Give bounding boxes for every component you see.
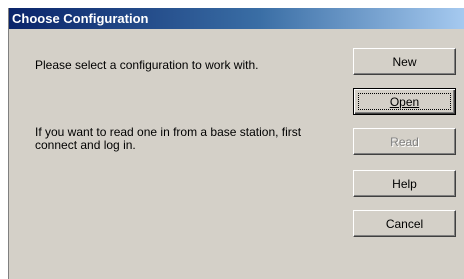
read-button-label: Read: [390, 134, 419, 149]
new-button-label: New: [392, 54, 417, 69]
open-button[interactable]: Open: [353, 88, 456, 115]
title-bar[interactable]: Choose Configuration: [9, 8, 464, 29]
cancel-button-label: Cancel: [385, 216, 424, 231]
help-button[interactable]: Help: [353, 170, 456, 197]
read-button: Read: [353, 128, 456, 155]
cancel-button[interactable]: Cancel: [353, 210, 456, 237]
base-station-hint: If you want to read one in from a base s…: [35, 125, 302, 152]
help-button-label: Help: [392, 176, 417, 191]
window-title: Choose Configuration: [12, 11, 149, 26]
choose-configuration-dialog: Choose Configuration Please select a con…: [8, 8, 464, 279]
open-button-label: Open: [389, 94, 420, 109]
select-configuration-prompt: Please select a configuration to work wi…: [35, 58, 259, 72]
new-button[interactable]: New: [353, 48, 456, 75]
